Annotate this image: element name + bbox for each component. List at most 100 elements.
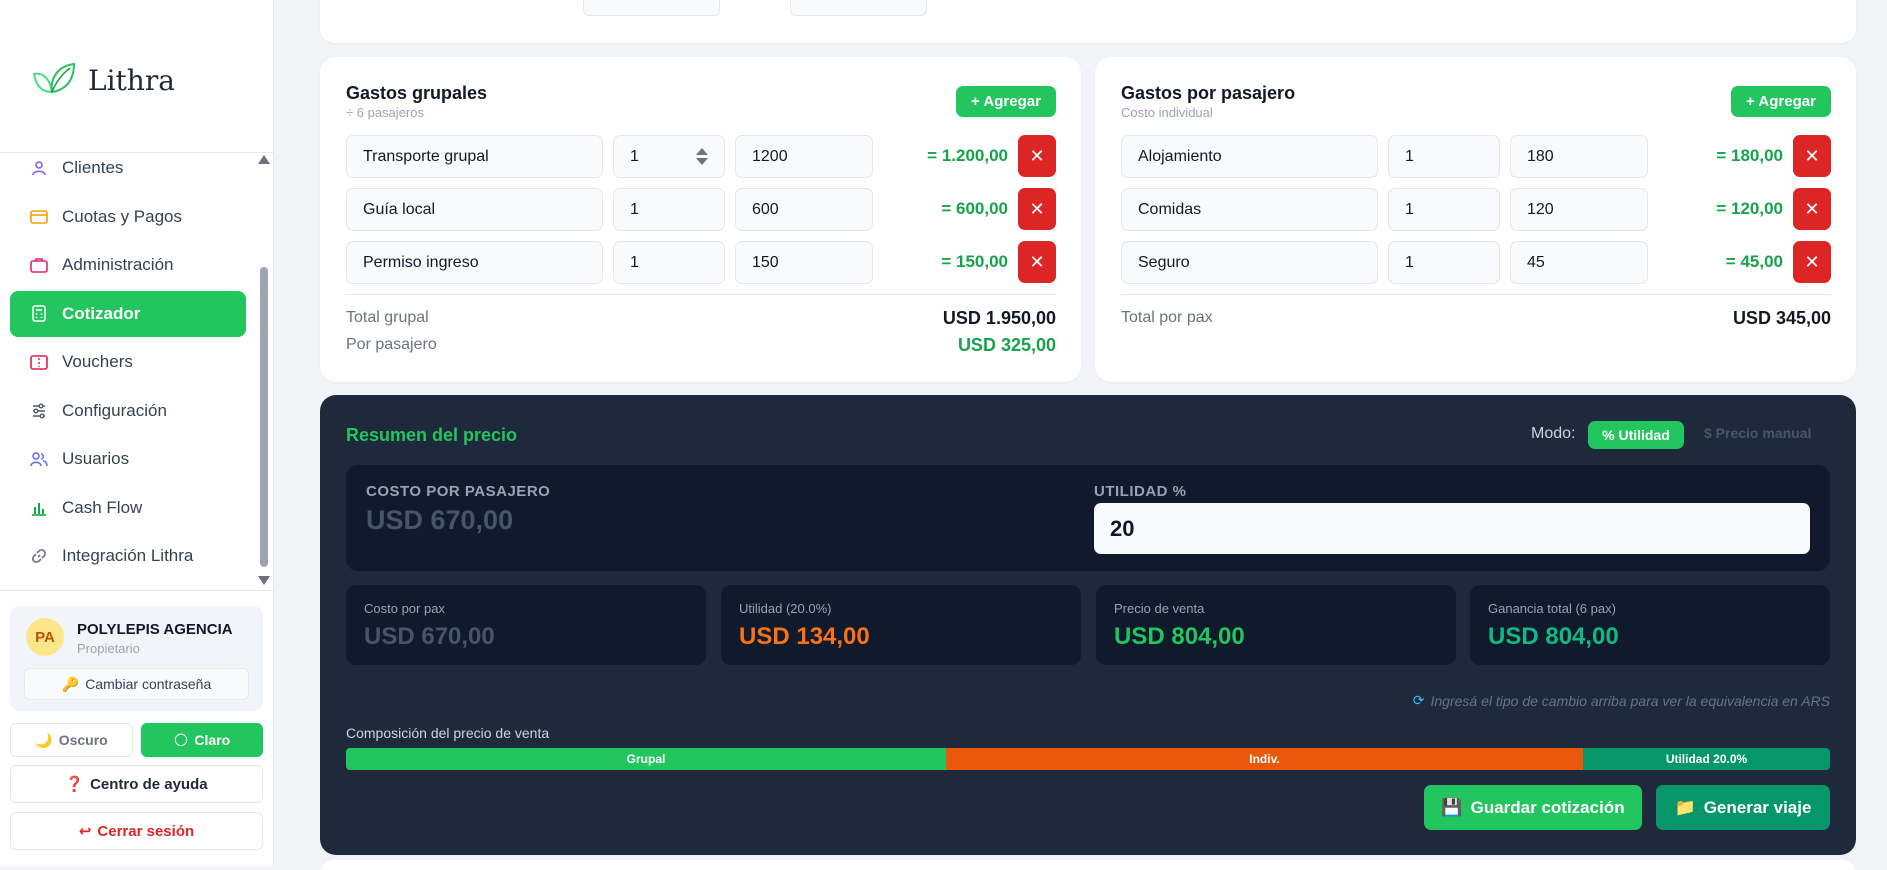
scroll-up-arrow-icon[interactable] <box>258 155 270 164</box>
expense-line-total: = 1.200,00 <box>927 146 1008 165</box>
expense-qty-input[interactable]: 1 <box>613 241 725 284</box>
theme-dark-button[interactable]: 🌙 Oscuro <box>10 723 133 757</box>
stat-card: Ganancia total (6 pax) USD 804,00 <box>1470 585 1830 665</box>
scrollbar-thumb[interactable] <box>260 267 268 567</box>
mode-manual-button[interactable]: $ Precio manual <box>1704 425 1811 441</box>
group-total-label: Total grupal <box>346 309 429 326</box>
theme-light-button[interactable]: 🌕 Claro <box>141 723 263 757</box>
sidebar-item-configuracion[interactable]: Configuración <box>10 388 246 434</box>
question-icon: ❓ <box>65 776 85 793</box>
expense-row: Permiso ingreso 1 150 = 150,00 ✕ <box>346 241 1056 284</box>
expense-name-input[interactable]: Permiso ingreso <box>346 241 603 284</box>
stat-value: USD 670,00 <box>364 623 495 650</box>
mode-utility-button[interactable]: % Utilidad <box>1588 421 1684 449</box>
add-group-expense-button[interactable]: + Agregar <box>956 86 1056 117</box>
sidebar-item-vouchers[interactable]: Vouchers <box>10 339 246 385</box>
sidebar-item-administracion[interactable]: Administración <box>10 242 246 288</box>
utility-input[interactable]: 20 <box>1094 503 1810 554</box>
save-quote-button[interactable]: 💾 Guardar cotización <box>1424 785 1642 830</box>
sidebar-item-cash-flow[interactable]: Cash Flow <box>10 485 246 531</box>
next-card <box>320 860 1856 870</box>
bar-chart-icon <box>30 499 48 517</box>
expense-price-input[interactable]: 120 <box>1510 188 1648 231</box>
expense-row: Alojamiento 1 180 = 180,00 ✕ <box>1121 135 1831 178</box>
pax-expenses-card: Gastos por pasajero Costo individual + A… <box>1095 57 1856 382</box>
close-icon: ✕ <box>1804 145 1820 166</box>
delete-expense-button[interactable]: ✕ <box>1793 135 1831 177</box>
scroll-down-arrow-icon[interactable] <box>258 576 270 585</box>
exchange-hint: ⟳ Ingresá el tipo de cambio arriba para … <box>1413 692 1830 709</box>
delete-expense-button[interactable]: ✕ <box>1018 241 1056 283</box>
expense-line-total: = 45,00 <box>1725 252 1783 271</box>
per-pax-label: Por pasajero <box>346 336 437 353</box>
card-divider <box>1121 294 1831 295</box>
expense-qty-input[interactable]: 1 <box>1388 188 1500 231</box>
delete-expense-button[interactable]: ✕ <box>1793 241 1831 283</box>
expense-qty-input[interactable]: 1 <box>1388 241 1500 284</box>
expense-price-input[interactable]: 150 <box>735 241 873 284</box>
close-icon: ✕ <box>1029 251 1045 272</box>
expense-qty-input[interactable]: 1 <box>613 135 725 178</box>
user-name: POLYLEPIS AGENCIA <box>77 621 233 638</box>
card-divider <box>346 294 1056 295</box>
close-icon: ✕ <box>1804 198 1820 219</box>
delete-expense-button[interactable]: ✕ <box>1018 188 1056 230</box>
delete-expense-button[interactable]: ✕ <box>1018 135 1056 177</box>
sidebar-item-label: Integración Lithra <box>62 546 194 565</box>
users-icon <box>30 450 48 468</box>
help-center-button[interactable]: ❓ Centro de ayuda <box>10 765 263 803</box>
composition-segment: Grupal <box>346 748 946 770</box>
generate-trip-button[interactable]: 📁 Generar viaje <box>1656 785 1830 830</box>
expense-row: Seguro 1 45 = 45,00 ✕ <box>1121 241 1831 284</box>
folder-icon: 📁 <box>1674 797 1696 817</box>
sidebar-item-cotizador[interactable]: Cotizador <box>10 290 246 337</box>
leaf-icon <box>32 62 76 94</box>
delete-expense-button[interactable]: ✕ <box>1793 188 1831 230</box>
sidebar-item-clientes[interactable]: Clientes <box>10 145 246 191</box>
exchange-input-eur[interactable] <box>790 0 927 16</box>
change-password-button[interactable]: 🔑 Cambiar contraseña <box>24 668 249 700</box>
card-title: Gastos grupales <box>346 83 488 103</box>
user-role: Propietario <box>77 641 140 656</box>
sidebar-item-usuarios[interactable]: Usuarios <box>10 436 246 482</box>
expense-name-input[interactable]: Alojamiento <box>1121 135 1378 178</box>
sidebar-item-integracion-lithra[interactable]: Integración Lithra <box>10 533 246 579</box>
expense-name-input[interactable]: Seguro <box>1121 241 1378 284</box>
add-pax-expense-button[interactable]: + Agregar <box>1731 86 1831 117</box>
expense-name-input[interactable]: Transporte grupal <box>346 135 603 178</box>
expense-price-input[interactable]: 45 <box>1510 241 1648 284</box>
close-icon: ✕ <box>1029 145 1045 166</box>
hint-text: Ingresá el tipo de cambio arriba para ve… <box>1430 692 1831 709</box>
theme-light-label: Claro <box>194 732 231 748</box>
logout-button[interactable]: ↩ Cerrar sesión <box>10 812 263 850</box>
sliders-icon <box>30 402 48 420</box>
stat-card: Precio de venta USD 804,00 <box>1096 585 1456 665</box>
expense-price-input[interactable]: 180 <box>1510 135 1648 178</box>
exchange-input-usd[interactable] <box>583 0 720 16</box>
pax-total-label: Total por pax <box>1121 309 1213 326</box>
expense-qty-input[interactable]: 1 <box>1388 135 1500 178</box>
brand-logo[interactable]: Lithra <box>30 60 175 100</box>
composition-label: Composición del precio de venta <box>346 725 550 741</box>
change-password-label: Cambiar contraseña <box>85 676 212 692</box>
number-spinner-icon[interactable] <box>696 148 708 165</box>
sidebar-item-cuotas-y-pagos[interactable]: Cuotas y Pagos <box>10 194 246 240</box>
expense-qty-input[interactable]: 1 <box>613 188 725 231</box>
avatar: PA <box>26 618 64 656</box>
expense-row: Transporte grupal 1 1200 = 1.200,00 ✕ <box>346 135 1056 178</box>
cost-per-pax-label: COSTO POR PASAJERO <box>366 483 551 500</box>
sidebar-item-label: Cuotas y Pagos <box>62 206 183 226</box>
generate-trip-label: Generar viaje <box>1703 797 1812 817</box>
expense-line-total: = 150,00 <box>941 252 1008 271</box>
expense-line-total: = 600,00 <box>941 199 1008 218</box>
help-center-label: Centro de ayuda <box>90 775 208 793</box>
stat-label: Costo por pax <box>364 601 445 616</box>
expense-price-input[interactable]: 600 <box>735 188 873 231</box>
user-icon <box>30 159 48 177</box>
expense-name-input[interactable]: Comidas <box>1121 188 1378 231</box>
sidebar-scrollbar[interactable] <box>258 155 270 585</box>
theme-dark-label: Oscuro <box>58 732 108 748</box>
expense-row: Comidas 1 120 = 120,00 ✕ <box>1121 188 1831 231</box>
expense-price-input[interactable]: 1200 <box>735 135 873 178</box>
expense-name-input[interactable]: Guía local <box>346 188 603 231</box>
